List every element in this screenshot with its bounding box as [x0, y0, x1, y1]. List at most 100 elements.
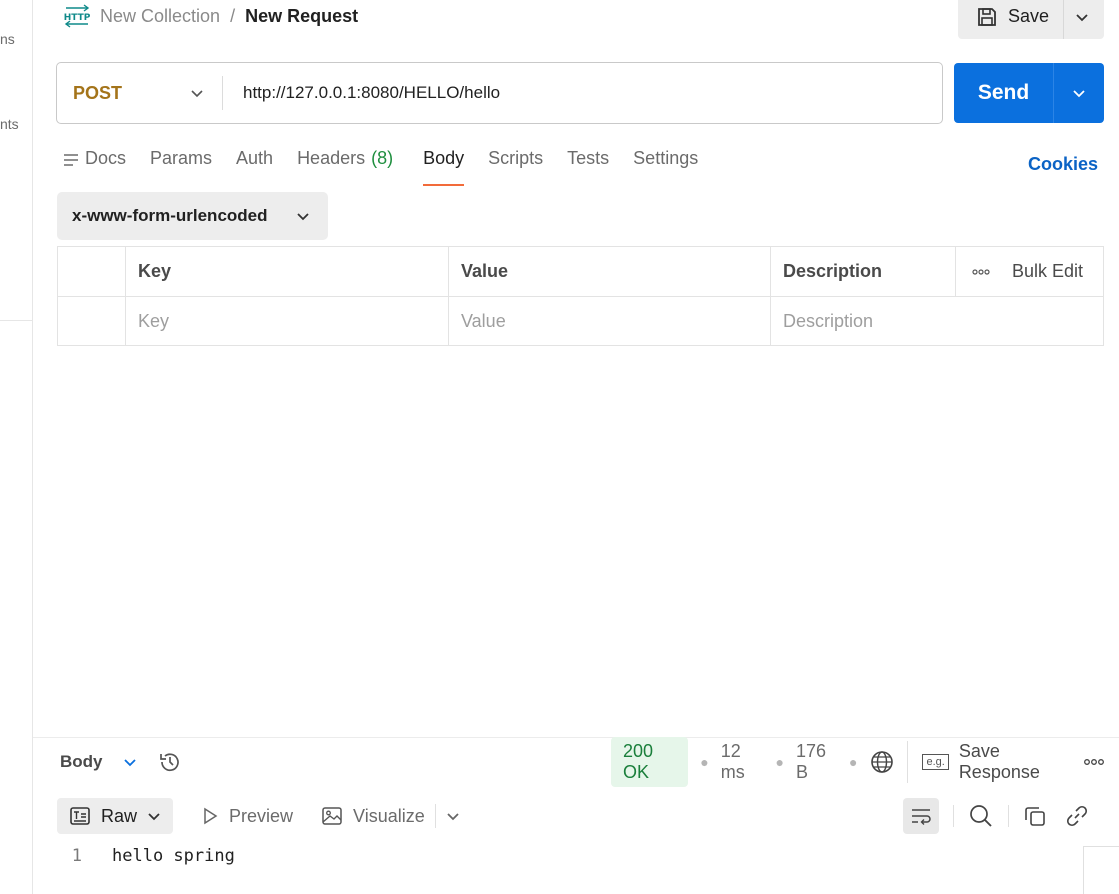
chevron-down-icon — [1072, 86, 1086, 100]
tab-headers[interactable]: Headers (8) — [297, 148, 393, 186]
request-url-bar: POST http://127.0.0.1:8080/HELLO/hello — [56, 62, 943, 124]
chevron-down-icon — [296, 209, 310, 223]
tab-auth[interactable]: Auth — [236, 148, 273, 186]
response-size[interactable]: 176 B — [796, 741, 837, 783]
preview-label: Preview — [229, 805, 294, 826]
key-input[interactable]: Key — [125, 297, 448, 345]
method-select[interactable]: POST — [57, 76, 223, 110]
description-input[interactable]: Description — [770, 297, 1103, 345]
app-window: ns nts HTTP New Collection / New Request… — [0, 0, 1119, 894]
tab-label: Scripts — [488, 148, 544, 168]
tab-label: Params — [150, 148, 213, 168]
tab-label: Docs — [85, 148, 127, 168]
table-actions: Bulk Edit — [955, 247, 1103, 296]
divider — [434, 804, 436, 828]
sidebar-item-environments[interactable]: nts — [0, 116, 19, 132]
status-badge[interactable]: 200 OK — [611, 737, 689, 787]
save-response-button[interactable]: e.g. Save Response — [907, 741, 1065, 783]
breadcrumb-separator: / — [230, 5, 236, 26]
cookies-link[interactable]: Cookies — [1028, 154, 1098, 175]
sidebar-divider — [0, 320, 32, 321]
save-response-label: Save Response — [958, 741, 1040, 782]
form-params-table: Key Value Description Bulk Edit Key Valu… — [57, 246, 1104, 346]
chevron-down-icon — [1075, 10, 1089, 24]
globe-icon[interactable] — [869, 749, 895, 775]
svg-text:HTTP: HTTP — [64, 13, 90, 23]
tab-label: Auth — [236, 148, 274, 168]
tab-tests[interactable]: Tests — [567, 148, 609, 186]
send-group: Send — [954, 63, 1104, 123]
breadcrumb-collection[interactable]: New Collection — [100, 6, 220, 27]
http-icon: HTTP — [64, 3, 90, 29]
row-checkbox-cell — [58, 297, 125, 345]
response-toolbar: Body 200 OK ● 12 ms ● 176 B ● e.g. Save … — [60, 737, 1105, 787]
wrap-icon — [910, 807, 932, 825]
response-time[interactable]: 12 ms — [721, 741, 764, 783]
chevron-down-icon[interactable] — [123, 755, 137, 769]
preview-button[interactable]: Preview — [201, 806, 293, 827]
separator-dot: ● — [775, 754, 784, 770]
tab-label: Tests — [567, 148, 610, 168]
url-input[interactable]: http://127.0.0.1:8080/HELLO/hello — [223, 83, 500, 103]
separator-dot: ● — [700, 754, 709, 770]
tab-label: Settings — [633, 148, 699, 168]
column-header-value: Value — [448, 247, 770, 296]
visualize-button[interactable]: Visualize — [321, 805, 425, 827]
save-icon — [976, 6, 998, 28]
copy-icon[interactable] — [1023, 804, 1047, 828]
docs-icon — [63, 148, 79, 167]
save-label: Save — [1008, 6, 1050, 26]
raw-view-button[interactable]: Raw — [57, 798, 174, 834]
more-options-icon[interactable] — [972, 268, 990, 275]
column-header-description: Description — [770, 247, 955, 296]
save-group: Save — [958, 0, 1104, 39]
separator-dot: ● — [848, 754, 858, 770]
body-type-label: x-www-form-urlencoded — [72, 206, 268, 225]
response-divider[interactable] — [33, 737, 1119, 738]
response-body-code[interactable]: 1 hello spring — [57, 846, 235, 866]
tab-params[interactable]: Params — [150, 148, 212, 186]
chevron-down-icon — [190, 86, 204, 100]
value-input[interactable]: Value — [448, 297, 770, 345]
play-icon — [201, 807, 219, 825]
code-line: hello spring — [112, 846, 235, 866]
method-label: POST — [73, 82, 123, 103]
more-options-icon[interactable] — [1083, 758, 1105, 766]
table-header-row: Key Value Description Bulk Edit — [58, 247, 1103, 296]
send-button[interactable]: Send — [954, 63, 1054, 123]
tab-body[interactable]: Body — [423, 148, 465, 186]
save-button[interactable]: Save — [958, 0, 1063, 39]
tab-docs[interactable]: Docs — [63, 148, 126, 186]
tab-settings[interactable]: Settings — [633, 148, 698, 186]
page-title[interactable]: New Request — [245, 6, 358, 27]
response-body-tab[interactable]: Body — [60, 752, 103, 772]
column-header-key: Key — [125, 247, 448, 296]
example-icon: e.g. — [922, 754, 949, 770]
chevron-down-icon[interactable] — [446, 809, 460, 823]
headers-count-badge: (8) — [371, 148, 394, 168]
search-icon[interactable] — [968, 803, 994, 829]
send-options-button[interactable] — [1054, 63, 1104, 123]
divider — [953, 805, 954, 827]
history-icon[interactable] — [157, 749, 183, 775]
wrap-lines-button[interactable] — [903, 798, 939, 834]
raw-icon — [69, 805, 91, 827]
response-tools — [903, 798, 1089, 834]
divider — [1008, 805, 1009, 827]
table-header-checkbox-col — [58, 247, 125, 296]
chevron-down-icon — [147, 809, 161, 823]
tab-label: Body — [423, 148, 465, 168]
left-sidebar: ns nts — [0, 0, 33, 894]
breadcrumb: HTTP New Collection / New Request — [64, 2, 358, 30]
response-view-bar: Raw Preview Visualize — [57, 798, 1104, 834]
save-options-button[interactable] — [1063, 0, 1099, 39]
image-icon — [321, 805, 343, 827]
scrollbar-track[interactable] — [1083, 846, 1119, 894]
link-icon[interactable] — [1065, 804, 1089, 828]
tab-scripts[interactable]: Scripts — [488, 148, 543, 186]
response-meta: 200 OK ● 12 ms ● 176 B ● e.g. Save Respo… — [611, 737, 1105, 787]
body-type-select[interactable]: x-www-form-urlencoded — [57, 192, 328, 240]
bulk-edit-button[interactable]: Bulk Edit — [1012, 261, 1083, 282]
sidebar-item-collections[interactable]: ns — [0, 31, 15, 47]
visualize-label: Visualize — [353, 805, 425, 826]
